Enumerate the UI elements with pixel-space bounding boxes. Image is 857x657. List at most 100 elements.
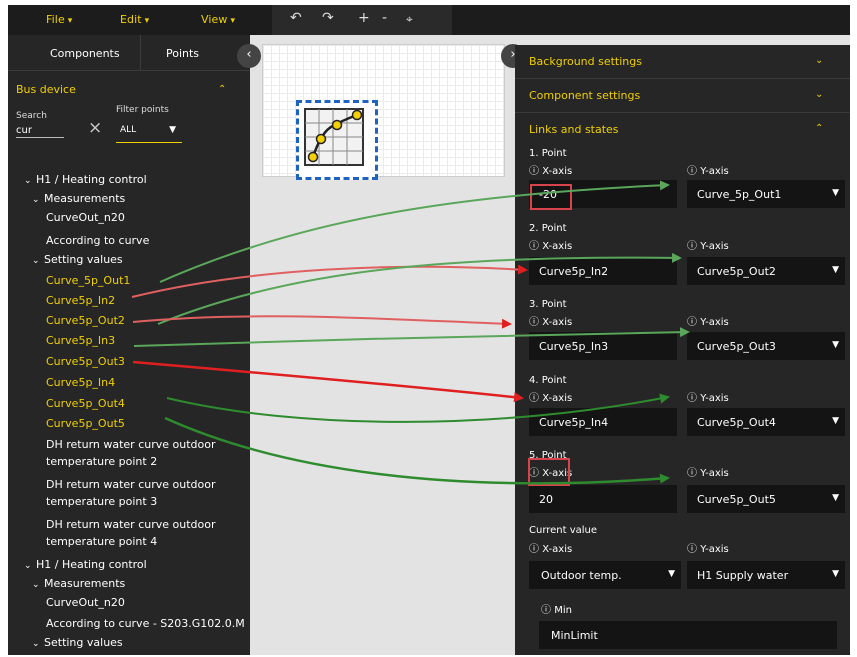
fit-icon[interactable]: ⌖ <box>406 12 413 27</box>
chevron-down-icon: ⌄ <box>32 195 40 205</box>
menu-file[interactable]: File <box>46 13 72 26</box>
chevron-up-icon: ⌃ <box>815 123 824 134</box>
tree-item[interactable]: Curve5p_In3 <box>46 332 115 349</box>
tree-item[interactable]: Curve5p_Out5 <box>46 415 125 432</box>
tree-item[interactable]: According to curve - S203.G102.0.M <box>46 615 245 632</box>
tree-item-cont[interactable]: temperature point 3 <box>46 493 157 510</box>
point-label: 1. Point <box>529 148 567 159</box>
section-component-settings[interactable]: Component settings ⌄ <box>515 79 850 113</box>
search-label: Search <box>16 111 47 121</box>
undo-icon[interactable]: ↶ <box>290 10 302 26</box>
tree-item-cont[interactable]: temperature point 2 <box>46 453 157 470</box>
chevron-down-icon: ⌄ <box>815 89 824 100</box>
point2-x-input[interactable]: Curve5p_In2 <box>529 257 677 285</box>
section-title: Component settings <box>529 89 641 102</box>
chevron-up-icon[interactable]: ⌃ <box>218 84 226 95</box>
caret-down-icon: ▼ <box>832 569 839 579</box>
zoom-in-button[interactable]: + <box>358 10 370 26</box>
caret-down-icon: ▼ <box>832 188 839 198</box>
y-axis-label: ⓘ Y-axis <box>687 468 729 479</box>
tab-components[interactable]: Components <box>50 47 120 60</box>
caret-down-icon: ▼ <box>832 340 839 350</box>
point-label: 3. Point <box>529 299 567 310</box>
toolbar: ↶ ↷ + - ⌖ <box>272 5 452 35</box>
left-panel: Components Points Bus device ⌃ Search cu… <box>8 35 250 655</box>
caret-down-icon: ▼ <box>832 416 839 426</box>
tree-item-cont[interactable]: temperature point 4 <box>46 533 157 550</box>
point5-y-select[interactable]: Curve5p_Out5 ▼ <box>687 485 845 513</box>
min-input[interactable]: MinLimit <box>539 621 837 649</box>
x-axis-label: ⓘ X-axis <box>529 393 573 404</box>
section-background-settings[interactable]: Background settings ⌄ <box>515 45 850 79</box>
x-axis-label: ⓘ X-axis <box>529 544 573 555</box>
tree-label: H1 / Heating control <box>36 558 147 571</box>
menu-bar: File Edit View ↶ ↷ + - ⌖ <box>8 5 850 35</box>
clear-search-icon[interactable]: × <box>88 118 102 138</box>
tree-group[interactable]: ⌄ H1 / Heating control <box>24 556 147 575</box>
point4-x-input[interactable]: Curve5p_In4 <box>529 408 677 436</box>
point3-x-input[interactable]: Curve5p_In3 <box>529 332 677 360</box>
curve-component[interactable] <box>296 100 378 180</box>
tree-item[interactable]: DH return water curve outdoor <box>46 476 216 493</box>
chevron-down-icon: ⌄ <box>32 580 40 590</box>
point5-x-input[interactable]: 20 <box>529 485 677 513</box>
y-axis-label: ⓘ Y-axis <box>687 544 729 555</box>
tree-item[interactable]: Curve5p_In2 <box>46 292 115 309</box>
tree-item[interactable]: Curve5p_Out3 <box>46 353 125 370</box>
point3-y-select[interactable]: Curve5p_Out3 ▼ <box>687 332 845 360</box>
app-window: File Edit View ↶ ↷ + - ⌖ Components Poin… <box>8 5 850 655</box>
menu-view[interactable]: View <box>201 13 235 26</box>
tree-subgroup[interactable]: ⌄ Measurements <box>32 575 125 594</box>
y-axis-label: ⓘ Y-axis <box>687 166 729 177</box>
tree-subgroup[interactable]: ⌄ Setting values <box>32 634 123 653</box>
x-axis-label: ⓘ X-axis <box>529 241 573 252</box>
tree-item[interactable]: DH return water curve outdoor <box>46 516 216 533</box>
caret-down-icon: ▼ <box>668 569 675 579</box>
caret-down-icon: ▼ <box>832 265 839 275</box>
tab-points[interactable]: Points <box>166 47 199 60</box>
point2-y-select[interactable]: Curve5p_Out2 ▼ <box>687 257 845 285</box>
point-label: 4. Point <box>529 375 567 386</box>
filter-points-select[interactable]: ALL ▼ <box>116 125 182 143</box>
tree-subgroup[interactable]: ⌄ Measurements <box>32 190 125 209</box>
search-input[interactable]: cur <box>16 125 64 138</box>
tree-label: Setting values <box>44 636 123 649</box>
tree-item[interactable]: Curve5p_Out4 <box>46 395 125 412</box>
min-label: ⓘ Min <box>541 605 572 616</box>
point-label: 2. Point <box>529 223 567 234</box>
tab-divider <box>140 35 141 71</box>
section-title: Background settings <box>529 55 642 68</box>
tree-item[interactable]: Curve5p_Out2 <box>46 312 125 329</box>
chevron-down-icon: ⌄ <box>24 176 32 186</box>
panel-tabs: Components Points <box>8 35 250 71</box>
zoom-out-button[interactable]: - <box>382 10 387 26</box>
section-links-and-states[interactable]: Links and states ⌃ <box>515 113 850 147</box>
tree-item[interactable]: According to curve <box>46 232 149 249</box>
collapse-left-button[interactable]: ‹ <box>237 44 261 68</box>
y-axis-label: ⓘ Y-axis <box>687 241 729 252</box>
bus-device-header[interactable]: Bus device ⌃ <box>8 78 250 102</box>
tree-item[interactable]: DH return water curve outdoor <box>46 436 216 453</box>
tree-item[interactable]: CurveOut_n20 <box>46 209 125 226</box>
tree-group[interactable]: ⌄ H1 / Heating control <box>24 171 147 190</box>
redo-icon[interactable]: ↷ <box>322 10 334 26</box>
current-x-select[interactable]: Outdoor temp. ▼ <box>529 561 681 589</box>
menu-edit[interactable]: Edit <box>120 13 149 26</box>
chevron-down-icon: ⌄ <box>815 55 824 66</box>
point4-y-select[interactable]: Curve5p_Out4 ▼ <box>687 408 845 436</box>
highlight-box <box>530 184 572 210</box>
point1-y-select[interactable]: Curve_5p_Out1 ▼ <box>687 180 845 208</box>
chevron-down-icon: ⌄ <box>32 256 40 266</box>
curve-chart-icon <box>304 108 364 166</box>
tree-item[interactable]: Curve5p_In4 <box>46 374 115 391</box>
tree-label: Setting values <box>44 253 123 266</box>
tree-item[interactable]: Curve_5p_Out1 <box>46 272 130 289</box>
current-y-select[interactable]: H1 Supply water ▼ <box>687 561 845 589</box>
tree-subgroup[interactable]: ⌄ Setting values <box>32 251 123 270</box>
tree-item[interactable]: CurveOut_n20 <box>46 594 125 611</box>
x-axis-label: ⓘ X-axis <box>529 317 573 328</box>
bus-device-label: Bus device <box>16 83 76 96</box>
caret-down-icon: ▼ <box>169 125 176 135</box>
section-title: Links and states <box>529 123 619 136</box>
chevron-down-icon: ⌄ <box>24 561 32 571</box>
